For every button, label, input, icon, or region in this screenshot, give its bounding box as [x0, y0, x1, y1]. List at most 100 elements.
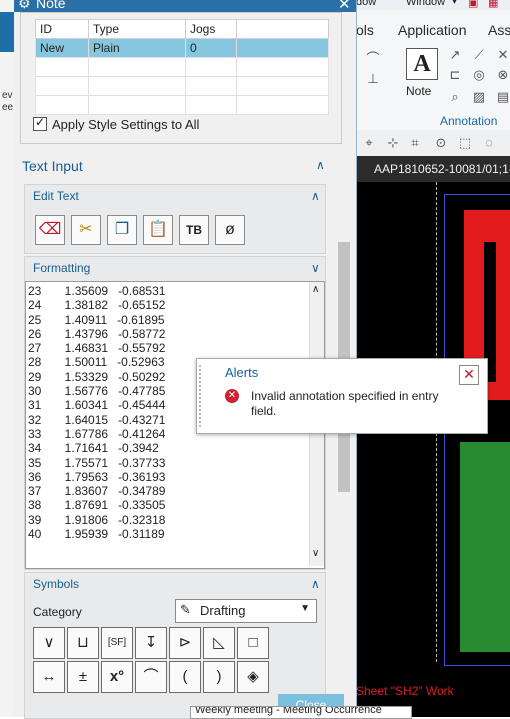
background-app-tab[interactable]: [0, 12, 14, 52]
datum-icon[interactable]: ⊥: [366, 72, 380, 86]
table-icon[interactable]: ▤: [496, 90, 510, 104]
alerts-popup: Alerts ✕ ✕ Invalid annotation specified …: [196, 358, 488, 434]
formatting-line: 28 1.50011 -0.52963: [28, 355, 165, 370]
scroll-down-icon[interactable]: ∨: [312, 548, 319, 559]
green-text-block: [460, 442, 510, 652]
ribbon-group-annotation: Annotation: [440, 114, 498, 128]
open-paren-symbol-icon[interactable]: (: [169, 661, 201, 693]
select-icon[interactable]: ⌖: [362, 136, 376, 150]
menu-window[interactable]: Window: [406, 0, 445, 8]
chevron-up-icon[interactable]: ∧: [311, 189, 320, 203]
drafting-icon: ✎: [180, 602, 191, 617]
drawing-canvas[interactable]: Sheet "SH2" Work: [356, 182, 510, 717]
table-row-empty: [35, 95, 329, 115]
close-paren-symbol-icon[interactable]: ): [203, 661, 235, 693]
chevron-down-icon[interactable]: ∨: [311, 261, 320, 275]
point-icon[interactable]: ⊙: [434, 136, 448, 150]
chevron-up-icon[interactable]: ∧: [316, 158, 325, 172]
balloon-icon[interactable]: ◎: [472, 68, 486, 82]
slope-symbol-icon[interactable]: ◺: [203, 627, 235, 659]
degree-symbol-icon[interactable]: x°: [101, 661, 133, 693]
diameter-symbol-icon[interactable]: ø: [215, 215, 245, 245]
table-row-empty: [35, 57, 329, 77]
cut-icon[interactable]: ✂: [71, 215, 101, 245]
square-symbol-icon[interactable]: □: [237, 627, 269, 659]
cell-jogs: 0: [185, 38, 237, 58]
tab-assemblies[interactable]: Ass: [488, 22, 510, 38]
nx-ribbon: dow Window ▾ ▣ ▦ ols Application Ass ⌒ ⊥…: [356, 0, 510, 131]
formatting-line: 24 1.38182 -0.65152: [28, 298, 166, 313]
column-type[interactable]: Type: [88, 19, 186, 39]
drawing-tab[interactable]: AAP1810652-10081/01;1-IM: [356, 156, 510, 182]
formatting-line: 25 1.40911 -0.61895: [28, 312, 165, 327]
tab-application[interactable]: Application: [398, 22, 467, 38]
eraser-icon[interactable]: ⌫: [35, 215, 65, 245]
edit-text-label: Edit Text: [33, 189, 79, 203]
formatting-line: 35 1.75571 -0.37733: [28, 455, 166, 470]
tool-icon-2[interactable]: ⊗: [496, 68, 510, 82]
table-row-empty: [35, 76, 329, 96]
conical-taper-symbol-icon[interactable]: ⊳: [169, 627, 201, 659]
plus-minus-symbol-icon[interactable]: ±: [67, 661, 99, 693]
dropdown-arrow-icon[interactable]: ▾: [452, 0, 457, 7]
countersink-symbol-icon[interactable]: ∨: [33, 627, 65, 659]
formatting-line: 40 1.95939 -0.31189: [28, 527, 165, 542]
note-title: Note: [36, 0, 66, 11]
scroll-up-icon[interactable]: ∧: [312, 284, 319, 295]
category-select[interactable]: ✎ Drafting ▼: [175, 599, 317, 623]
apply-style-checkbox-row[interactable]: Apply Style Settings to All: [33, 115, 199, 132]
note-tool-icon[interactable]: A: [406, 48, 438, 80]
tab-tools[interactable]: ols: [356, 22, 374, 38]
column-id[interactable]: ID: [35, 19, 89, 39]
chevron-up-icon[interactable]: ∧: [311, 577, 320, 591]
dropdown-arrow-icon[interactable]: ▼: [300, 603, 310, 614]
spot-face-symbol-icon[interactable]: [SF]: [101, 627, 133, 659]
gear-icon: ⚙: [18, 0, 31, 11]
tangent-symbol-icon[interactable]: ◈: [237, 661, 269, 693]
close-icon[interactable]: ✕: [338, 0, 351, 12]
app-icon-2[interactable]: ▦: [488, 0, 498, 9]
background-app-strip: ev ee: [0, 0, 15, 717]
box-select-icon[interactable]: ⬚: [458, 136, 472, 150]
tool-icon[interactable]: ✕: [496, 48, 510, 62]
column-jogs[interactable]: Jogs: [185, 19, 237, 39]
style-settings-group: ID Type Jogs New Plain 0 Apply Style: [20, 12, 342, 144]
leader-icon[interactable]: ↗: [448, 48, 462, 62]
app-icon[interactable]: ▣: [468, 0, 478, 9]
cell-empty: [236, 38, 329, 58]
paste-icon[interactable]: 📋: [143, 215, 173, 245]
cell-type: Plain: [88, 38, 186, 58]
crosshatch-icon[interactable]: ⟋: [472, 48, 486, 62]
formatting-line: 30 1.56776 -0.47785: [28, 384, 166, 399]
formatting-label: Formatting: [33, 261, 91, 275]
menu-window-fragment[interactable]: dow: [356, 0, 376, 8]
image-icon[interactable]: ▨: [472, 90, 486, 104]
formatting-line: 36 1.79563 -0.36193: [28, 469, 166, 484]
text-bold-icon[interactable]: TB: [179, 215, 209, 245]
copy-icon[interactable]: ❐: [107, 215, 137, 245]
table-row[interactable]: New Plain 0: [35, 38, 329, 58]
cell-id: New: [35, 38, 89, 58]
snap-icon[interactable]: ⊹: [386, 136, 400, 150]
lasso-icon[interactable]: ◌: [482, 136, 496, 150]
symbols-label: Symbols: [33, 577, 80, 591]
feature-control-icon[interactable]: ⌒: [366, 52, 380, 66]
error-icon: ✕: [225, 389, 239, 403]
alerts-close-button[interactable]: ✕: [459, 365, 479, 385]
filter-icon[interactable]: ⌗: [408, 136, 422, 150]
apply-style-checkbox[interactable]: [33, 115, 47, 131]
weld-symbol-icon[interactable]: ⊏: [448, 68, 462, 82]
formatting-line: 27 1.46831 -0.55792: [28, 341, 166, 356]
counterbore-symbol-icon[interactable]: ⊔: [67, 627, 99, 659]
depth-symbol-icon[interactable]: ↧: [135, 627, 167, 659]
drag-handle[interactable]: [199, 365, 207, 427]
zoom-icon[interactable]: ⌕: [448, 90, 462, 104]
note-titlebar[interactable]: ⚙ Note ✕: [14, 0, 356, 12]
arc-symbol-icon[interactable]: ⌒: [135, 661, 167, 693]
text-input-header[interactable]: Text Input: [22, 158, 326, 174]
column-empty: [236, 19, 329, 39]
background-label-2: ee: [2, 102, 14, 113]
arrow-both-symbol-icon[interactable]: ↔: [33, 661, 65, 693]
formatting-line: 34 1.71641 -0.3942: [28, 441, 159, 456]
ribbon-tabs: ols Application Ass: [356, 18, 510, 42]
